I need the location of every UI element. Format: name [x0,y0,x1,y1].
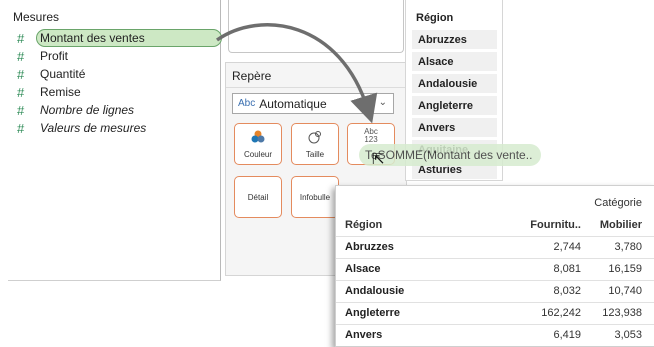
row-region: Abruzzes [345,241,394,253]
table-row: Andalousie 8,032 10,740 [336,280,654,302]
measure-item-quantite[interactable]: # Quantité [8,65,214,83]
measure-label: Montant des ventes [40,31,145,45]
measures-header: Mesures [13,10,60,24]
row-fournitures: 2,744 [553,241,581,253]
drag-pill-label: TeSOMME(Montant des vente.. [365,148,533,162]
row-mobilier: 16,159 [608,263,642,275]
region-item[interactable]: Abruzzes [412,30,497,49]
row-fournitures: 162,242 [541,307,581,319]
mark-type-value: Automatique [259,96,327,111]
hash-icon: # [17,66,25,82]
measure-item-nombre-de-lignes[interactable]: # Nombre de lignes [8,101,214,119]
mark-type-dropdown[interactable]: Abc Automatique ⌄ [232,93,394,114]
row-fournitures: 8,032 [553,285,581,297]
region-item[interactable]: Anvers [412,118,497,137]
table-row: Abruzzes 2,744 3,780 [336,236,654,258]
table-row: Alsace 8,081 16,159 [336,258,654,280]
size-button[interactable]: Taille [291,123,339,165]
measure-label: Quantité [40,67,86,81]
row-fournitures: 6,419 [553,329,581,341]
region-item[interactable]: Alsace [412,52,497,71]
detail-button-label: Détail [247,193,269,202]
row-region: Angleterre [345,307,401,319]
region-item[interactable]: Angleterre [412,96,497,115]
size-button-label: Taille [305,150,325,159]
color-palette-icon [235,130,281,146]
measure-label: Profit [40,49,69,63]
column-header-region: Région [345,219,383,231]
measure-label: Nombre de lignes [40,103,135,117]
table-row: Angleterre 162,242 123,938 [336,302,654,324]
hash-icon: # [17,30,25,46]
hash-icon: # [17,102,25,118]
color-button-label: Couleur [243,150,272,159]
measure-item-remise[interactable]: # Remise [8,83,214,101]
tooltip-button-label: Infobulle [299,193,331,202]
chevron-down-icon: ⌄ [378,97,387,108]
category-header: Catégorie [594,197,642,209]
detail-button[interactable]: Détail [234,176,282,218]
region-item[interactable]: Andalousie [412,74,497,93]
row-mobilier: 123,938 [602,307,642,319]
measure-label: Valeurs de mesures [40,121,147,135]
row-mobilier: 3,780 [614,241,642,253]
shelf-area[interactable] [228,0,404,53]
column-header-mobilier: Mobilier [599,219,642,231]
text-icon: Abc 123 [364,127,378,144]
row-mobilier: 10,740 [608,285,642,297]
data-pane: Mesures # Montant des ventes # Profit # … [8,0,222,281]
results-table: Catégorie Région Fournitu.. Mobilier Abr… [335,185,654,347]
marks-card-title: Repère [232,69,272,83]
tooltip-button[interactable]: Infobulle [291,176,339,218]
measure-item-montant-des-ventes[interactable]: # Montant des ventes [8,29,222,47]
drag-cursor-icon: ⇱ [372,151,385,168]
row-fournitures: 8,081 [553,263,581,275]
drag-pill: TeSOMME(Montant des vente.. [359,144,541,166]
row-region: Anvers [345,329,383,341]
measure-item-valeurs-de-mesures[interactable]: # Valeurs de mesures [8,119,214,137]
measure-item-profit[interactable]: # Profit [8,47,214,65]
table-row: Anvers 6,419 3,053 [336,324,654,346]
column-header-fournitures: Fournitu.. [530,219,581,231]
measure-label: Remise [40,85,81,99]
color-button[interactable]: Couleur [234,123,282,165]
hash-icon: # [17,84,25,100]
row-region: Andalousie [345,285,405,297]
size-icon [292,130,338,146]
hash-icon: # [17,48,25,64]
region-header: Région [416,12,454,24]
divider [226,87,406,88]
abc-icon: Abc [238,98,256,109]
hash-icon: # [17,120,25,136]
row-region: Alsace [345,263,381,275]
row-mobilier: 3,053 [614,329,642,341]
